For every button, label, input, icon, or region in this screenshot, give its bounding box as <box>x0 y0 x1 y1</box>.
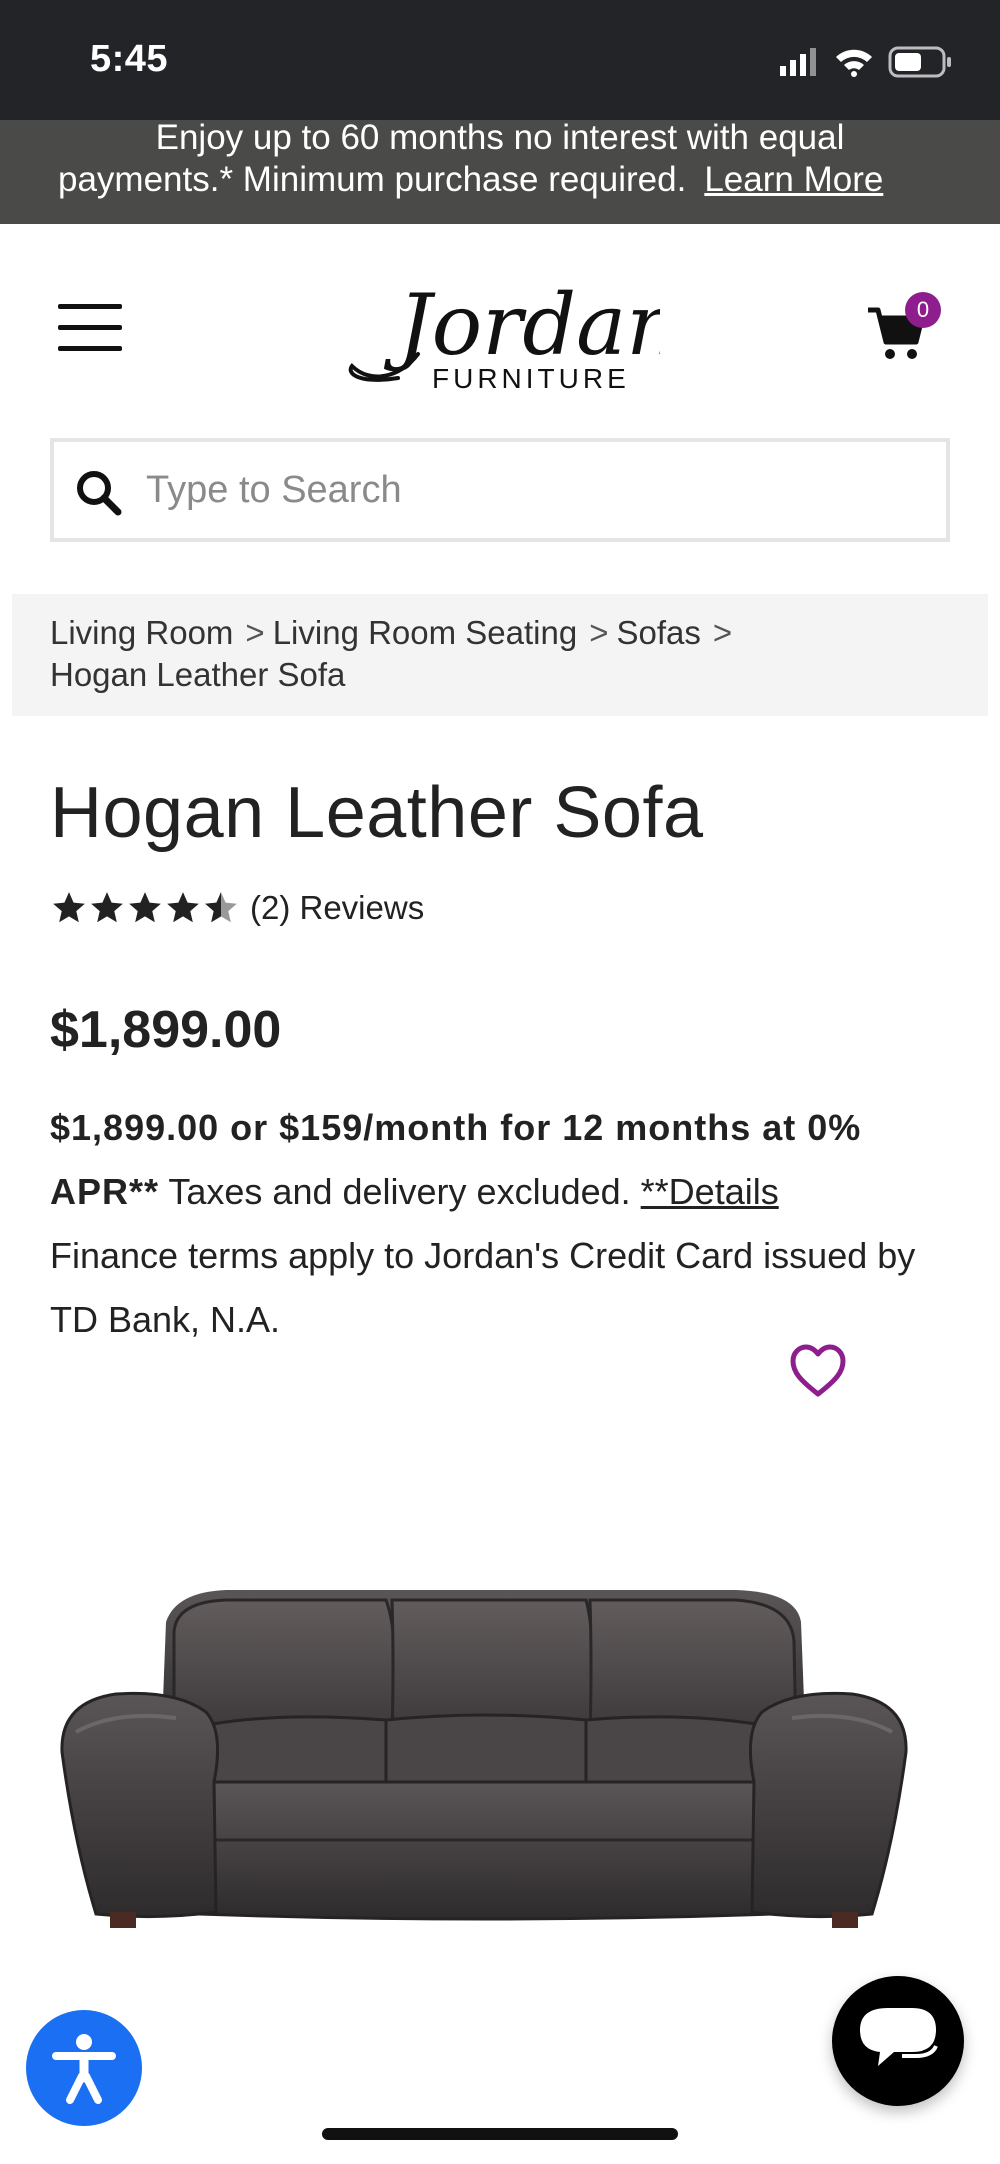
breadcrumb-separator: > <box>589 614 609 651</box>
breadcrumb-living-room[interactable]: Living Room <box>50 614 233 651</box>
product-price: $1,899.00 <box>50 1001 282 1059</box>
breadcrumb-current: Hogan Leather Sofa <box>50 656 346 693</box>
cart-count-badge: 0 <box>905 292 941 328</box>
chat-button[interactable] <box>832 1976 964 2106</box>
accessibility-icon <box>52 2034 116 2104</box>
finance-note: Finance terms apply to Jordan's Credit C… <box>50 1235 916 1340</box>
promo-text: payments.* Minimum purchase required. <box>58 160 687 199</box>
search-input[interactable] <box>146 458 926 522</box>
site-header: Jordan's FURNITURE 0 <box>0 224 1000 424</box>
reviews-link[interactable]: (2) Reviews <box>250 889 424 927</box>
half-star-icon <box>205 892 237 923</box>
breadcrumb-living-room-seating[interactable]: Living Room Seating <box>273 614 578 651</box>
search-bar[interactable] <box>50 438 950 542</box>
finance-details-link[interactable]: **Details <box>641 1171 779 1212</box>
wifi-icon <box>836 49 872 77</box>
star-icon <box>91 892 123 923</box>
chat-icon <box>860 2008 938 2066</box>
logo-text: Jordan's <box>383 276 660 374</box>
battery-icon <box>888 46 951 78</box>
status-bar: 5:45 <box>0 0 1000 120</box>
breadcrumb-separator: > <box>712 614 733 651</box>
breadcrumb: Living Room > Living Room Seating > Sofas > H… <box>12 594 988 716</box>
home-indicator <box>322 2128 678 2140</box>
promo-banner: Enjoy up to 60 months no interest with e… <box>0 120 1000 224</box>
breadcrumb-separator: > <box>245 614 265 651</box>
financing-info: $1,899.00 or $159/month for 12 months at… <box>50 1096 950 1352</box>
product-title: Hogan Leather Sofa <box>50 773 704 853</box>
learn-more-link[interactable]: Learn More <box>704 160 883 199</box>
cellular-signal-icon <box>780 48 816 76</box>
promo-text-line2: payments.* Minimum purchase required. Lea… <box>58 158 883 202</box>
star-icon <box>53 892 85 923</box>
logo-subtext: FURNITURE <box>432 363 630 394</box>
favorite-button[interactable] <box>790 1344 846 1398</box>
accessibility-button[interactable] <box>26 2010 142 2126</box>
search-icon[interactable] <box>74 468 122 516</box>
promo-text-line1: Enjoy up to 60 months no interest with e… <box>155 120 845 157</box>
finance-text: Taxes and delivery excluded. <box>159 1171 641 1212</box>
menu-button[interactable] <box>58 304 122 352</box>
heart-icon <box>790 1344 846 1397</box>
product-rating[interactable]: (2) Reviews <box>50 888 424 928</box>
star-icon <box>129 892 161 923</box>
breadcrumb-sofas[interactable]: Sofas <box>617 614 701 651</box>
star-icon <box>167 892 199 923</box>
product-image[interactable] <box>56 1582 912 1940</box>
status-time: 5:45 <box>90 38 169 80</box>
hamburger-icon <box>58 304 122 309</box>
status-icons <box>780 46 952 78</box>
rating-stars <box>50 889 240 927</box>
jordans-logo[interactable]: Jordan's FURNITURE <box>340 270 660 400</box>
